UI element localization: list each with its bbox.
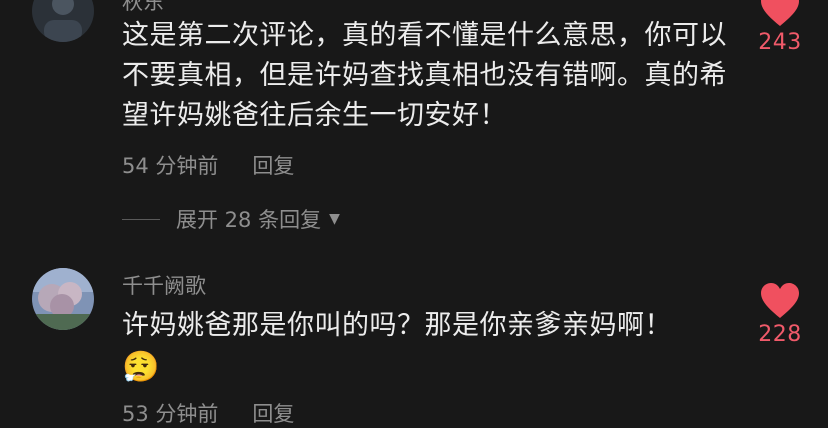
emoji-icon: 😮‍💨 bbox=[122, 350, 160, 385]
avatar[interactable] bbox=[32, 268, 94, 330]
comment-timestamp: 53 分钟前 bbox=[122, 402, 219, 426]
comment-text: 许妈姚爸那是你叫的吗？那是你亲爹亲妈啊！ bbox=[122, 310, 672, 341]
comment-username[interactable]: 千千阙歌 bbox=[122, 270, 206, 300]
comment-item: 千千阙歌 许妈姚爸那是你叫的吗？那是你亲爹亲妈啊！ 😮‍💨 53 分钟前 回复 2… bbox=[0, 0, 828, 426]
comment-meta: 53 分钟前 回复 bbox=[122, 398, 294, 428]
heart-icon bbox=[761, 283, 799, 318]
reply-button[interactable]: 回复 bbox=[252, 402, 294, 426]
like-count: 228 bbox=[758, 322, 802, 347]
like-button[interactable]: 228 bbox=[748, 282, 812, 347]
